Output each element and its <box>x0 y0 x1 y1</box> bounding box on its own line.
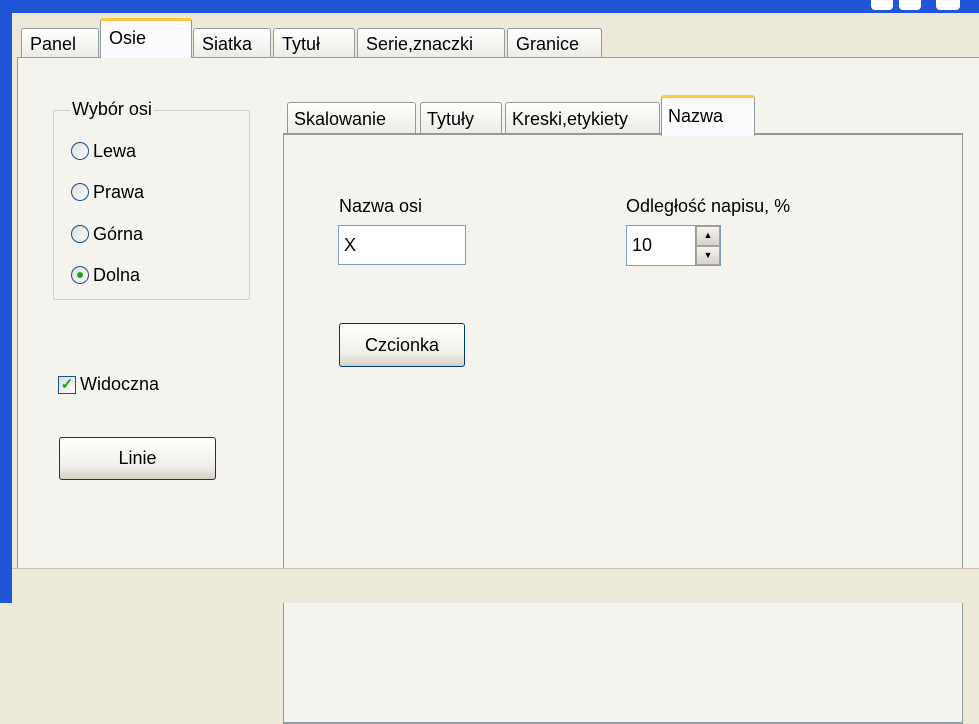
radio-lewa[interactable]: Lewa <box>71 138 136 164</box>
tab-osie[interactable]: Osie <box>100 18 192 58</box>
radio-label: Górna <box>93 223 144 244</box>
axis-name-input[interactable] <box>338 225 466 265</box>
visible-checkbox-row[interactable]: ✓ Widoczna <box>58 374 159 395</box>
axis-name-label: Nazwa osi <box>339 196 423 216</box>
radio-button-selected-icon[interactable] <box>71 266 89 284</box>
tab-label: Skalowanie <box>294 109 387 129</box>
tab-label: Tytuł <box>282 34 321 54</box>
window-border <box>0 13 12 603</box>
tab-nazwa[interactable]: Nazwa <box>661 95 755 136</box>
radio-gorna[interactable]: Górna <box>71 221 143 247</box>
close-button[interactable] <box>936 0 960 10</box>
font-button[interactable]: Czcionka <box>339 323 465 367</box>
distance-label: Odległość napisu, % <box>626 196 791 216</box>
checkmark-icon[interactable]: ✓ <box>58 375 76 394</box>
radio-button-icon[interactable] <box>71 183 89 201</box>
tab-serie-znaczki[interactable]: Serie,znaczki <box>357 28 505 58</box>
radio-dolna[interactable]: Dolna <box>71 262 140 288</box>
visible-checkbox-label: Widoczna <box>80 374 160 394</box>
spin-down-arrow-icon[interactable]: ▼ <box>696 245 720 265</box>
radio-prawa[interactable]: Prawa <box>71 179 144 205</box>
nazwa-panel <box>283 134 963 724</box>
tab-tytuly[interactable]: Tytuły <box>420 102 502 134</box>
radio-label: Lewa <box>93 140 137 161</box>
tab-granice[interactable]: Granice <box>507 28 602 58</box>
tab-label: Kreski,etykiety <box>512 109 629 129</box>
axis-selection-legend: Wybór osi <box>70 99 154 120</box>
distance-spinner[interactable]: ▲ ▼ <box>696 225 721 266</box>
tab-label: Nazwa <box>668 106 724 126</box>
tab-label: Osie <box>109 28 147 48</box>
radio-button-icon[interactable] <box>71 142 89 160</box>
tab-skalowanie[interactable]: Skalowanie <box>287 102 416 134</box>
tab-kreski-etykiety[interactable]: Kreski,etykiety <box>505 102 660 134</box>
tab-label: Tytuły <box>427 109 475 129</box>
distance-input[interactable] <box>626 225 696 266</box>
radio-button-icon[interactable] <box>71 225 89 243</box>
status-bar <box>12 568 979 603</box>
tab-siatka[interactable]: Siatka <box>193 28 271 58</box>
tab-label: Panel <box>30 34 77 54</box>
window-titlebar <box>0 0 979 13</box>
tab-label: Siatka <box>202 34 253 54</box>
spin-up-arrow-icon[interactable]: ▲ <box>696 226 720 246</box>
maximize-button[interactable] <box>899 0 921 10</box>
tab-label: Granice <box>516 34 580 54</box>
tab-tytul[interactable]: Tytuł <box>273 28 355 58</box>
tab-panel[interactable]: Panel <box>21 28 99 58</box>
minimize-button[interactable] <box>871 0 893 10</box>
radio-label: Dolna <box>93 264 141 285</box>
radio-label: Prawa <box>93 181 145 202</box>
lines-button[interactable]: Linie <box>59 437 216 480</box>
tab-label: Serie,znaczki <box>366 34 474 54</box>
